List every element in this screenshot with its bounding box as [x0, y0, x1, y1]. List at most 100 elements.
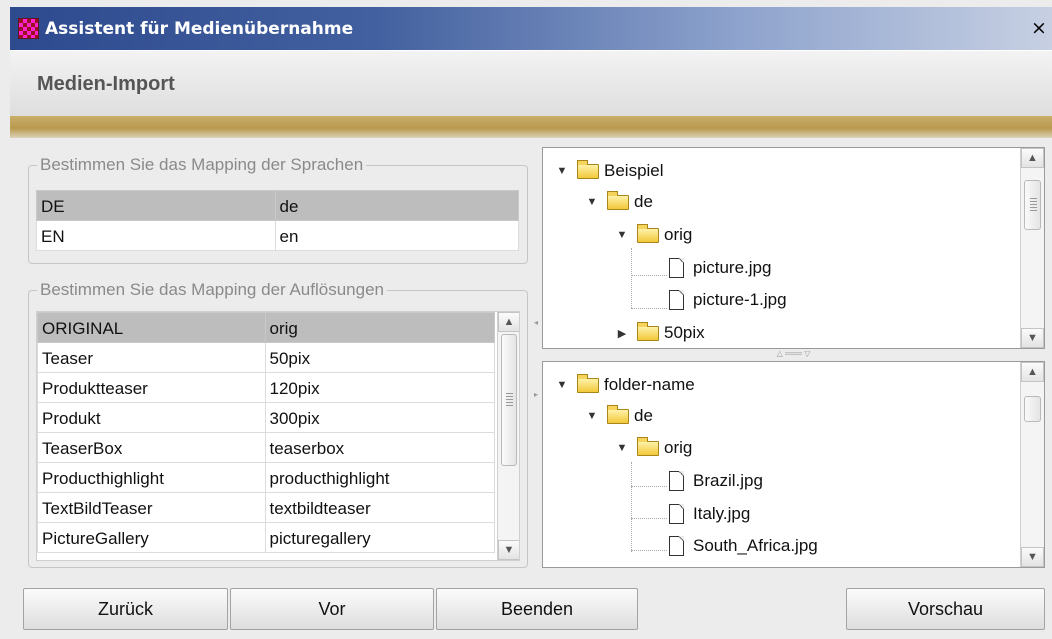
- folder-icon: [637, 321, 659, 341]
- tree-node-label: Brazil.jpg: [693, 471, 763, 490]
- tree-guide: [631, 462, 632, 552]
- tree-guide: [631, 275, 667, 276]
- table-row[interactable]: DE de: [36, 190, 519, 221]
- triangle-down-icon[interactable]: ▼: [615, 442, 629, 454]
- table-row[interactable]: PictureGallery picturegallery: [37, 522, 495, 553]
- table-row[interactable]: Produktteaser 120pix: [37, 372, 495, 403]
- language-value[interactable]: de: [274, 190, 519, 221]
- scroll-up-button[interactable]: ▲: [1021, 362, 1044, 382]
- close-button[interactable]: ×: [1028, 18, 1050, 40]
- mapping-panel: Bestimmen Sie das Mapping der Sprachen D…: [10, 138, 530, 576]
- tree-node[interactable]: picture-1.jpg: [667, 285, 787, 315]
- finish-button[interactable]: Beenden: [436, 588, 638, 630]
- triangle-down-icon[interactable]: ▼: [585, 196, 599, 208]
- tree-guide: [631, 518, 667, 519]
- header-divider: [10, 116, 1052, 138]
- tree-node[interactable]: ▶ 50pix: [615, 318, 705, 348]
- source-tree-scrollbar[interactable]: ▲ ▼: [1020, 148, 1044, 348]
- tree-node[interactable]: ▼ Beispiel: [555, 156, 664, 186]
- folder-icon: [607, 404, 629, 424]
- language-mapping-table[interactable]: DE de EN en: [36, 190, 519, 251]
- table-row[interactable]: TeaserBox teaserbox: [37, 432, 495, 463]
- page-title: Medien-Import: [37, 73, 175, 95]
- tree-node[interactable]: ▼ de: [585, 401, 653, 431]
- tree-node-label: folder-name: [604, 375, 695, 394]
- target-tree[interactable]: ▼ folder-name ▼ de ▼ orig Brazil.jpg Ita…: [542, 361, 1045, 568]
- scroll-thumb[interactable]: [501, 334, 517, 466]
- tree-node-label: orig: [664, 438, 693, 457]
- resolution-value[interactable]: picturegallery: [264, 522, 495, 553]
- resolution-table-scrollbar[interactable]: ▲ ▼: [497, 312, 519, 560]
- tree-guide: [631, 248, 632, 308]
- resolution-value[interactable]: 300pix: [264, 402, 495, 433]
- target-tree-scrollbar[interactable]: ▲ ▼: [1020, 362, 1044, 567]
- language-key: EN: [36, 220, 276, 251]
- app-icon: [18, 18, 39, 39]
- tree-node[interactable]: South_Africa.jpg: [667, 531, 818, 561]
- back-button[interactable]: Zurück: [23, 588, 228, 630]
- tree-node-label: 50pix: [664, 323, 705, 342]
- resolution-key: TeaserBox: [37, 432, 266, 463]
- table-row[interactable]: Producthighlight producthighlight: [37, 462, 495, 493]
- language-value[interactable]: en: [274, 220, 519, 251]
- resolution-value[interactable]: 120pix: [264, 372, 495, 403]
- folder-icon: [607, 190, 629, 210]
- folder-icon: [637, 223, 659, 243]
- grip-icon: [1029, 198, 1037, 212]
- table-row[interactable]: TextBildTeaser textbildteaser: [37, 492, 495, 523]
- resolution-key: Produkt: [37, 402, 266, 433]
- horizontal-splitter[interactable]: △ ═══ ▽: [542, 349, 1045, 361]
- scroll-thumb[interactable]: [1024, 180, 1041, 230]
- resolution-value[interactable]: orig: [264, 312, 495, 343]
- file-icon: [669, 536, 684, 556]
- tree-node[interactable]: ▼ orig: [615, 433, 692, 463]
- tree-guide: [631, 550, 667, 551]
- resolution-value[interactable]: teaserbox: [264, 432, 495, 463]
- tree-node[interactable]: ▼ folder-name: [555, 370, 695, 400]
- resolution-mapping-legend: Bestimmen Sie das Mapping der Auflösunge…: [37, 280, 387, 300]
- source-tree[interactable]: ▼ Beispiel ▼ de ▼ orig picture.jpg pictu…: [542, 147, 1045, 349]
- resolution-value[interactable]: textbildteaser: [264, 492, 495, 523]
- window-title: Assistent für Medienübernahme: [45, 18, 354, 39]
- tree-node-label: orig: [664, 225, 693, 244]
- tree-node-label: de: [634, 406, 653, 425]
- triangle-down-icon[interactable]: ▼: [585, 410, 599, 422]
- resolution-value[interactable]: producthighlight: [264, 462, 495, 493]
- grip-icon: [506, 393, 513, 407]
- tree-node[interactable]: Italy.jpg: [667, 499, 750, 529]
- triangle-down-icon[interactable]: ▼: [615, 229, 629, 241]
- scroll-down-button[interactable]: ▼: [1021, 328, 1044, 348]
- tree-node[interactable]: ▼ orig: [615, 220, 692, 250]
- triangle-right-icon[interactable]: ▶: [615, 327, 629, 340]
- scroll-up-button[interactable]: ▲: [498, 312, 519, 332]
- folder-icon: [577, 159, 599, 179]
- preview-button[interactable]: Vorschau: [846, 588, 1045, 630]
- resolution-value[interactable]: 50pix: [264, 342, 495, 373]
- title-bar: Assistent für Medienübernahme ×: [10, 7, 1052, 50]
- tree-node-label: picture-1.jpg: [693, 290, 787, 309]
- resolution-key: TextBildTeaser: [37, 492, 266, 523]
- resolution-mapping-table[interactable]: ORIGINAL orig Teaser 50pix Produktteaser…: [37, 312, 495, 553]
- tree-node-label: picture.jpg: [693, 258, 772, 277]
- table-row[interactable]: Produkt 300pix: [37, 402, 495, 433]
- tree-node[interactable]: picture.jpg: [667, 253, 771, 283]
- triangle-down-icon[interactable]: ▼: [555, 165, 569, 177]
- next-button[interactable]: Vor: [230, 588, 434, 630]
- tree-node-label: South_Africa.jpg: [693, 536, 818, 555]
- tree-node[interactable]: Brazil.jpg: [667, 466, 763, 496]
- vertical-splitter[interactable]: ◂ ▸: [532, 138, 542, 576]
- tree-node-label: Beispiel: [604, 161, 664, 180]
- table-row[interactable]: ORIGINAL orig: [37, 312, 495, 343]
- scroll-up-button[interactable]: ▲: [1021, 148, 1044, 168]
- tree-node[interactable]: ▼ de: [585, 187, 653, 217]
- table-row[interactable]: EN en: [36, 220, 519, 251]
- resolution-table-viewport: ORIGINAL orig Teaser 50pix Produktteaser…: [36, 311, 520, 561]
- scroll-down-button[interactable]: ▼: [498, 540, 519, 560]
- scroll-down-button[interactable]: ▼: [1021, 547, 1044, 567]
- scroll-thumb[interactable]: [1024, 396, 1041, 422]
- tree-node-label: de: [634, 192, 653, 211]
- resolution-key: Teaser: [37, 342, 266, 373]
- resolution-key: Producthighlight: [37, 462, 266, 493]
- table-row[interactable]: Teaser 50pix: [37, 342, 495, 373]
- triangle-down-icon[interactable]: ▼: [555, 379, 569, 391]
